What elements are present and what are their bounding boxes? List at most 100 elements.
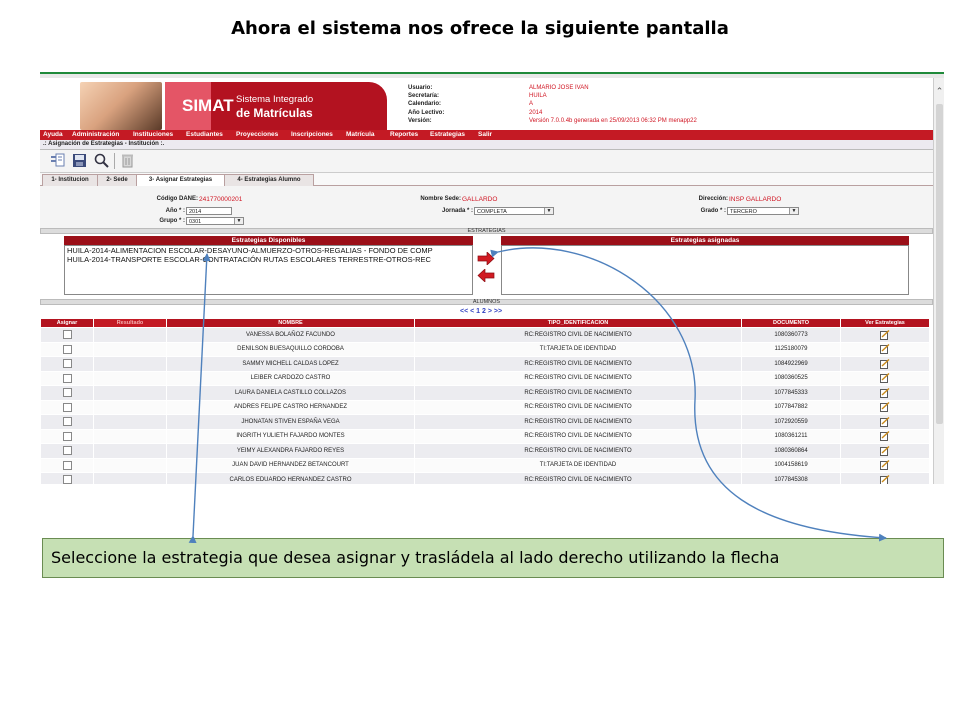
grupo-select[interactable]: 0301 ▼: [186, 217, 244, 225]
tab-institucion[interactable]: 1- Institucion: [42, 174, 98, 186]
menu-item-inscripciones[interactable]: Inscripciones: [291, 131, 333, 138]
menu-item-salir[interactable]: Salir: [478, 131, 492, 138]
menu-item-estrategias[interactable]: Estrategias: [430, 131, 465, 138]
col-asignar: Asignar: [40, 318, 94, 328]
asignar-checkbox[interactable]: [62, 460, 72, 470]
menu-item-ayuda[interactable]: Ayuda: [43, 131, 63, 138]
asignar-cell: [40, 472, 94, 484]
tab-estrategias-alumno[interactable]: 4- Estrategias Alumno: [224, 174, 314, 186]
anio-label: Año * :: [165, 208, 185, 214]
toolbar-separator: [114, 153, 115, 169]
edit-icon[interactable]: [880, 329, 890, 340]
edit-icon[interactable]: [880, 445, 890, 456]
resultado-cell: [93, 428, 167, 444]
edit-icon[interactable]: [880, 416, 890, 427]
simat-window: SIMAT Sistema Integrado de Matrículas Us…: [40, 72, 944, 484]
available-strategy-item[interactable]: HUILA-2014-TRANSPORTE ESCOLAR-CONTRATACI…: [65, 255, 472, 264]
asignar-checkbox[interactable]: [62, 431, 72, 441]
asignar-checkbox[interactable]: [62, 446, 72, 456]
menu-item-reportes[interactable]: Reportes: [390, 131, 418, 138]
edit-icon[interactable]: [880, 344, 890, 355]
slide-title: Ahora el sistema nos ofrece la siguiente…: [231, 18, 729, 39]
grupo-label: Grupo * :: [159, 218, 185, 224]
asignar-cell: [40, 457, 94, 473]
save-icon[interactable]: [72, 153, 87, 168]
documento-cell: 1077845308: [741, 472, 841, 484]
asignar-checkbox[interactable]: [62, 330, 72, 340]
anio-select[interactable]: 2014: [186, 207, 232, 215]
asignar-checkbox[interactable]: [62, 373, 72, 383]
table-row: JHONATAN STIVEN ESPAÑA VEGA RC:REGISTRO C…: [40, 414, 930, 430]
table-row: CARLOS EDUARDO HERNANDEZ CASTRO RC:REGIST…: [40, 472, 930, 484]
estrategias-section-bar: ESTRATEGIAS: [40, 228, 933, 234]
asignar-checkbox[interactable]: [62, 344, 72, 354]
move-right-arrow-icon[interactable]: [477, 252, 495, 265]
asignar-checkbox[interactable]: [62, 402, 72, 412]
available-strategies-list[interactable]: HUILA-2014-ALIMENTACION ESCOLAR-DESAYUNO…: [64, 245, 473, 295]
menu-item-administracion[interactable]: Administración: [72, 131, 119, 138]
documento-cell: 1080360773: [741, 327, 841, 343]
delete-icon[interactable]: [120, 153, 135, 168]
toolbar: [40, 150, 933, 173]
jornada-select-value: COMPLETA: [477, 209, 507, 215]
vertical-scrollbar[interactable]: ⌃: [933, 78, 944, 484]
scrollbar-thumb[interactable]: [936, 104, 943, 424]
nombre-cell: SAMMY MICHELL CALDAS LOPEZ: [166, 356, 415, 372]
ver-estrategias-cell: [840, 472, 930, 484]
new-icon[interactable]: [50, 153, 65, 168]
menu-item-proyecciones[interactable]: Proyecciones: [236, 131, 278, 138]
table-row: INGRITH YULIETH FAJARDO MONTES RC:REGISTR…: [40, 428, 930, 444]
grado-select[interactable]: TERCERO ▼: [727, 207, 799, 215]
asignar-checkbox[interactable]: [62, 359, 72, 369]
edit-icon[interactable]: [880, 358, 890, 369]
chevron-down-icon[interactable]: ▼: [789, 208, 798, 214]
chevron-down-icon[interactable]: ▼: [544, 208, 553, 214]
edit-icon[interactable]: [880, 460, 890, 471]
resultado-cell: [93, 472, 167, 484]
edit-icon[interactable]: [880, 431, 890, 442]
available-strategy-item[interactable]: HUILA-2014-ALIMENTACION ESCOLAR-DESAYUNO…: [65, 246, 472, 255]
asignar-checkbox[interactable]: [62, 475, 72, 484]
info-label-user: Usuario:: [408, 85, 433, 91]
menu-item-estudiantes[interactable]: Estudiantes: [186, 131, 223, 138]
documento-cell: 1077847882: [741, 399, 841, 415]
move-left-arrow-icon[interactable]: [477, 269, 495, 282]
menu-item-matricula[interactable]: Matrícula: [346, 131, 375, 138]
edit-icon[interactable]: [880, 373, 890, 384]
nombre-cell: LEIBER CARDOZO CASTRO: [166, 370, 415, 386]
resultado-cell: [93, 327, 167, 343]
student-pager[interactable]: << < 1 2 > >>: [460, 308, 502, 315]
available-strategies-header: Estrategias Disponibles: [64, 236, 473, 245]
header-banner: SIMAT Sistema Integrado de Matrículas Us…: [40, 78, 933, 130]
tipo-identificacion-cell: TI:TARJETA DE IDENTIDAD: [414, 457, 742, 473]
chevron-down-icon[interactable]: ▼: [234, 218, 243, 224]
nombre-cell: LAURA DANIELA CASTILLO COLLAZOS: [166, 385, 415, 401]
assigned-strategies-header: Estrategias asignadas: [501, 236, 909, 245]
menu-item-instituciones[interactable]: Instituciones: [133, 131, 173, 138]
documento-cell: 1072920559: [741, 414, 841, 430]
tab-bar: 1- Institucion 2- Sede 3- Asignar Estrat…: [40, 173, 933, 186]
tab-sede[interactable]: 2- Sede: [97, 174, 137, 186]
jornada-select[interactable]: COMPLETA ▼: [474, 207, 554, 215]
table-row: YEIMY ALEXANDRA FAJARDO REYES RC:REGISTRO…: [40, 443, 930, 459]
ver-estrategias-cell: [840, 385, 930, 401]
nombre-cell: VANESSA BOLAÑOZ FACUNDO: [166, 327, 415, 343]
info-label-version: Versión:: [408, 117, 432, 124]
asignar-cell: [40, 443, 94, 459]
asignar-cell: [40, 341, 94, 357]
ver-estrategias-cell: [840, 341, 930, 357]
resultado-cell: [93, 414, 167, 430]
scroll-up-icon[interactable]: ⌃: [934, 86, 944, 97]
asignar-checkbox[interactable]: [62, 388, 72, 398]
ver-estrategias-cell: [840, 327, 930, 343]
asignar-checkbox[interactable]: [62, 417, 72, 427]
edit-icon[interactable]: [880, 474, 890, 484]
info-value-calendario: A: [529, 101, 534, 108]
edit-icon[interactable]: [880, 402, 890, 413]
tab-asignar-estrategias[interactable]: 3- Asignar Estrategias: [136, 174, 225, 186]
search-icon[interactable]: [94, 153, 109, 168]
edit-icon[interactable]: [880, 387, 890, 398]
nombre-cell: YEIMY ALEXANDRA FAJARDO REYES: [166, 443, 415, 459]
assigned-strategies-list[interactable]: [501, 245, 909, 295]
ver-estrategias-cell: [840, 414, 930, 430]
